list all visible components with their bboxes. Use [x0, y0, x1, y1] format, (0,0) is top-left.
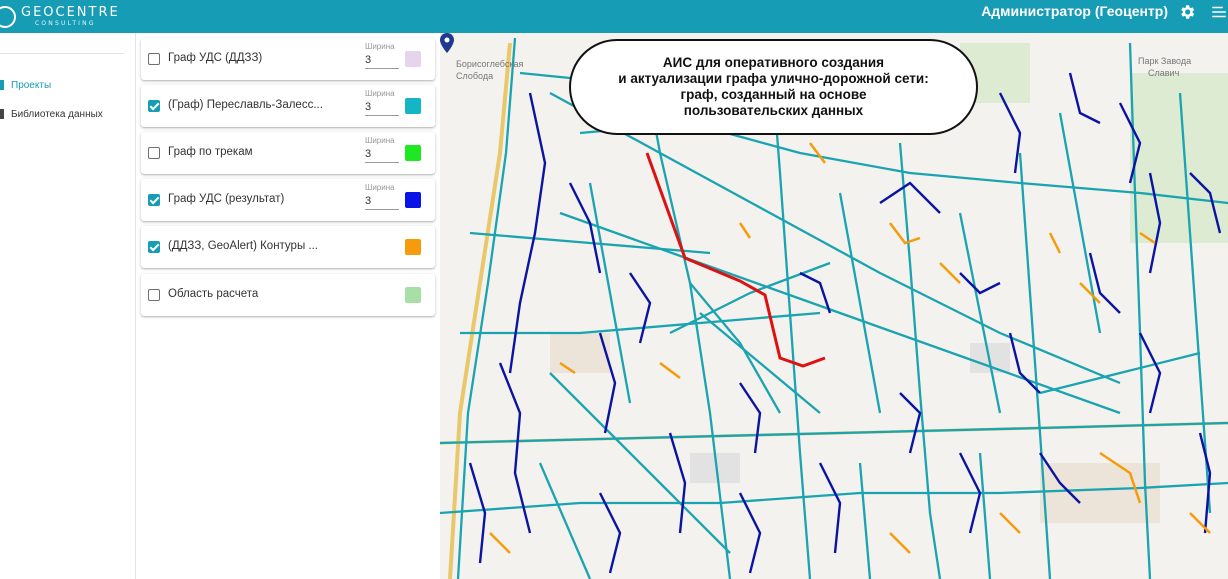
layer-color-swatch[interactable]	[405, 51, 421, 67]
width-label: Ширина	[365, 183, 395, 192]
nav-item-label: Библиотека данных	[11, 108, 103, 120]
library-icon	[0, 109, 4, 119]
menu-icon[interactable]	[1210, 3, 1228, 21]
width-input[interactable]: 3	[365, 100, 399, 116]
nav-item-label: Проекты	[11, 79, 52, 91]
map-label: Парк Завода	[1138, 56, 1192, 66]
current-user[interactable]: Администратор (Геоцентр)	[981, 0, 1168, 33]
layer-color-swatch[interactable]	[405, 145, 421, 161]
logo-ring-icon	[0, 5, 16, 28]
width-label: Ширина	[365, 136, 395, 145]
layer-item[interactable]: Граф УДС (ДДЗЗ) Ширина 3	[141, 38, 435, 80]
map-label: Слобода	[456, 71, 494, 81]
layer-item[interactable]: Граф по трекам Ширина 3	[141, 132, 435, 174]
layer-color-swatch[interactable]	[405, 192, 421, 208]
nav-divider	[0, 53, 124, 54]
layer-color-swatch[interactable]	[405, 287, 421, 303]
layer-color-swatch[interactable]	[405, 239, 421, 255]
layer-name: Граф УДС (результат)	[168, 193, 285, 205]
layer-name: (ДДЗЗ, GeoAlert) Контуры ...	[168, 240, 318, 252]
width-input[interactable]: 3	[365, 53, 399, 69]
map-label: Борисоглебская	[456, 59, 524, 69]
callout-text: АИС для оперативного создания и актуализ…	[618, 55, 929, 118]
layer-checkbox[interactable]	[148, 147, 160, 159]
callout-bubble: АИС для оперативного создания и актуализ…	[569, 39, 978, 135]
layer-item[interactable]: Область расчета	[141, 274, 435, 316]
gear-icon[interactable]	[1178, 3, 1196, 21]
layer-name: Граф УДС (ДДЗЗ)	[168, 52, 263, 64]
map-pin-icon[interactable]	[440, 33, 454, 53]
layer-item[interactable]: (Граф) Переславль-Залесс... Ширина 3	[141, 85, 435, 127]
layer-name: Граф по трекам	[168, 146, 253, 158]
logo-subtitle: CONSULTING	[35, 20, 96, 27]
layer-name: (Граф) Переславль-Залесс...	[168, 99, 323, 111]
layer-checkbox[interactable]	[148, 53, 160, 65]
sidebar-nav: Проекты Библиотека данных	[0, 33, 136, 579]
layer-checkbox[interactable]	[148, 289, 160, 301]
layer-item[interactable]: Граф УДС (результат) Ширина 3	[141, 179, 435, 221]
layer-color-swatch[interactable]	[405, 98, 421, 114]
width-label: Ширина	[365, 42, 395, 51]
nav-item-projects[interactable]: Проекты	[0, 77, 51, 93]
map-view[interactable]: Борисоглебская Слобода Парк Завода Слави…	[440, 33, 1228, 579]
layers-panel: Граф УДС (ДДЗЗ) Ширина 3 (Граф) Переслав…	[136, 33, 440, 579]
width-label: Ширина	[365, 89, 395, 98]
layer-checkbox[interactable]	[148, 194, 160, 206]
app-header: GEOCENTRE CONSULTING Администратор (Геоц…	[0, 0, 1228, 33]
projects-icon	[0, 80, 4, 90]
geocentre-logo[interactable]: GEOCENTRE CONSULTING	[0, 0, 120, 33]
nav-item-data-library[interactable]: Библиотека данных	[0, 106, 103, 122]
logo-title: GEOCENTRE	[21, 5, 120, 20]
layer-checkbox[interactable]	[148, 100, 160, 112]
width-input[interactable]: 3	[365, 194, 399, 210]
width-input[interactable]: 3	[365, 147, 399, 163]
layer-checkbox[interactable]	[148, 241, 160, 253]
layer-name: Область расчета	[168, 288, 259, 300]
layer-item[interactable]: (ДДЗЗ, GeoAlert) Контуры ...	[141, 226, 435, 268]
map-label: Славич	[1148, 68, 1180, 78]
